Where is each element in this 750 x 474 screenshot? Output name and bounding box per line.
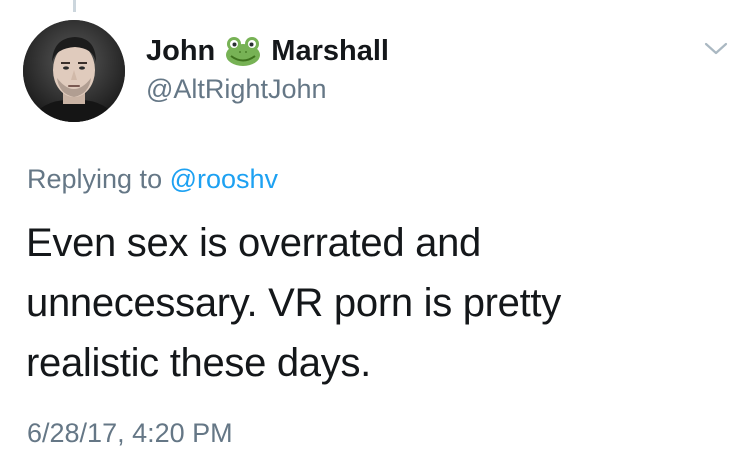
tweet-menu-button[interactable]: [703, 40, 729, 58]
tweet-text: Even sex is overrated and unnecessary. V…: [26, 213, 726, 393]
avatar[interactable]: [23, 20, 125, 122]
thread-connector-line: [73, 0, 76, 12]
replying-to: Replying to @rooshv: [27, 166, 278, 193]
tweet-text-line: realistic these days.: [26, 341, 371, 385]
tweet-card: John Marshall @AltRightJohn Replying to …: [0, 0, 750, 474]
frog-face-icon: [225, 35, 261, 67]
tweet-text-line: unnecessary. VR porn is pretty: [26, 281, 561, 325]
avatar-photo: [23, 20, 125, 122]
chevron-down-icon: [704, 42, 728, 55]
display-name-last: Marshall: [271, 34, 389, 67]
user-handle[interactable]: @AltRightJohn: [146, 76, 389, 103]
display-name[interactable]: John Marshall: [146, 30, 389, 72]
tweet-header: John Marshall @AltRightJohn: [146, 30, 389, 103]
replying-to-label: Replying to: [27, 164, 163, 194]
replying-to-mention[interactable]: @rooshv: [170, 164, 278, 194]
tweet-text-line: Even sex is overrated and: [26, 221, 481, 265]
tweet-timestamp[interactable]: 6/28/17, 4:20 PM: [27, 420, 233, 447]
display-name-first: John: [146, 34, 216, 67]
